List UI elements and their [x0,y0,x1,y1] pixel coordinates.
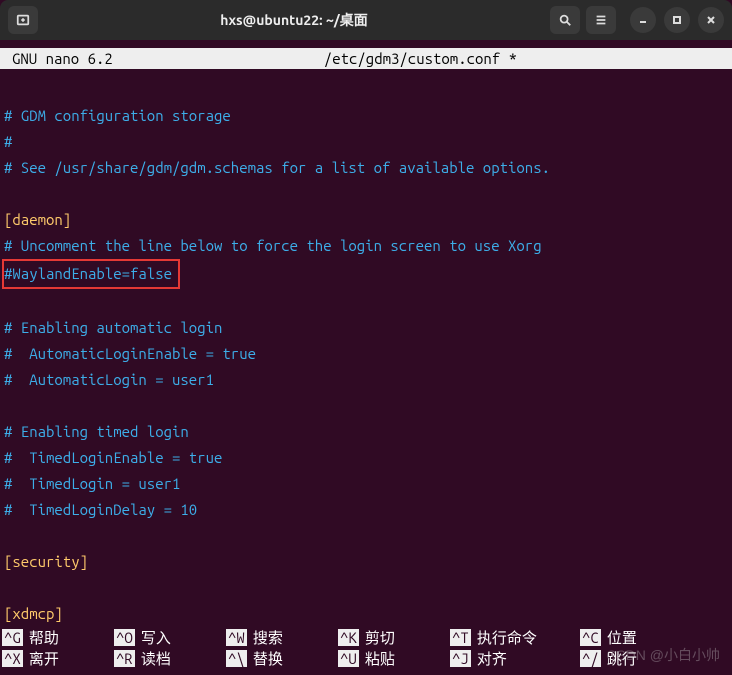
code-section: [daemon] [4,211,71,228]
help-label: 位置 [607,627,637,648]
code-line: # Uncomment the line below to force the … [4,237,542,254]
help-bar: ^G 帮助 ^O 写入 ^W 搜索 ^K 剪切 ^T 执行命令 ^C 位置 ^X 离开 ^R 读… [0,627,732,669]
code-line: # TimedLoginEnable = true [4,449,222,466]
help-item[interactable]: ^R 读档 [114,648,226,669]
search-button[interactable] [550,6,580,34]
help-label: 执行命令 [477,627,537,648]
code-line: # AutomaticLogin = user1 [4,371,214,388]
help-key: ^G [2,629,23,646]
code-line: # TimedLogin = user1 [4,475,180,492]
code-line: # Enabling automatic login [4,319,222,336]
help-key: ^X [2,650,23,667]
code-line: # GDM configuration storage [4,107,231,124]
code-line: # AutomaticLoginEnable = true [4,345,256,362]
editor-header: GNU nano 6.2 /etc/gdm3/custom.conf * [0,48,732,69]
close-button[interactable] [698,7,724,33]
help-key: ^J [450,650,471,667]
help-key: ^\ [226,650,247,667]
help-key: ^U [338,650,359,667]
help-label: 写入 [141,627,171,648]
help-key: ^T [450,629,471,646]
help-item[interactable]: ^K 剪切 [338,627,450,648]
help-item[interactable]: ^G 帮助 [2,627,114,648]
help-key: ^/ [580,650,601,667]
code-line: # See /usr/share/gdm/gdm.schemas for a l… [4,159,550,176]
help-item[interactable]: ^W 搜索 [226,627,338,648]
code-line: # [4,133,12,150]
help-item[interactable]: ^U 粘贴 [338,648,450,669]
help-item[interactable]: ^/ 跳行 [580,648,692,669]
help-item[interactable]: ^T 执行命令 [450,627,580,648]
help-key: ^R [114,650,135,667]
help-item[interactable]: ^\ 替换 [226,648,338,669]
help-label: 帮助 [29,627,59,648]
help-label: 读档 [141,648,171,669]
menu-button[interactable] [586,6,616,34]
editor-content[interactable]: # GDM configuration storage # # See /usr… [0,69,732,627]
help-label: 粘贴 [365,648,395,669]
titlebar: hxs@ubuntu22: ~/桌面 [0,0,732,40]
help-label: 跳行 [607,648,637,669]
help-key: ^W [226,629,247,646]
help-row-2: ^X 离开 ^R 读档 ^\ 替换 ^U 粘贴 ^J 对齐 ^/ 跳行 [2,648,730,669]
help-label: 剪切 [365,627,395,648]
help-label: 离开 [29,648,59,669]
help-key: ^C [580,629,601,646]
code-line: # Enabling timed login [4,423,189,440]
help-key: ^O [114,629,135,646]
editor-file: /etc/gdm3/custom.conf * [113,50,728,67]
window-title: hxs@ubuntu22: ~/桌面 [44,10,544,30]
help-label: 对齐 [477,648,507,669]
help-item[interactable]: ^C 位置 [580,627,692,648]
help-label: 搜索 [253,627,283,648]
highlighted-line: #WaylandEnable=false [2,259,180,289]
help-item[interactable]: ^J 对齐 [450,648,580,669]
help-label: 替换 [253,648,283,669]
code-section: [xdmcp] [4,605,63,622]
code-line: # TimedLoginDelay = 10 [4,501,197,518]
window-controls [630,7,724,33]
help-item[interactable]: ^O 写入 [114,627,226,648]
editor-name: GNU nano 6.2 [4,50,113,67]
help-row-1: ^G 帮助 ^O 写入 ^W 搜索 ^K 剪切 ^T 执行命令 ^C 位置 [2,627,730,648]
minimize-button[interactable] [630,7,656,33]
new-tab-button[interactable] [8,6,38,34]
code-section: [security] [4,553,88,570]
help-item[interactable]: ^X 离开 [2,648,114,669]
help-key: ^K [338,629,359,646]
maximize-button[interactable] [664,7,690,33]
